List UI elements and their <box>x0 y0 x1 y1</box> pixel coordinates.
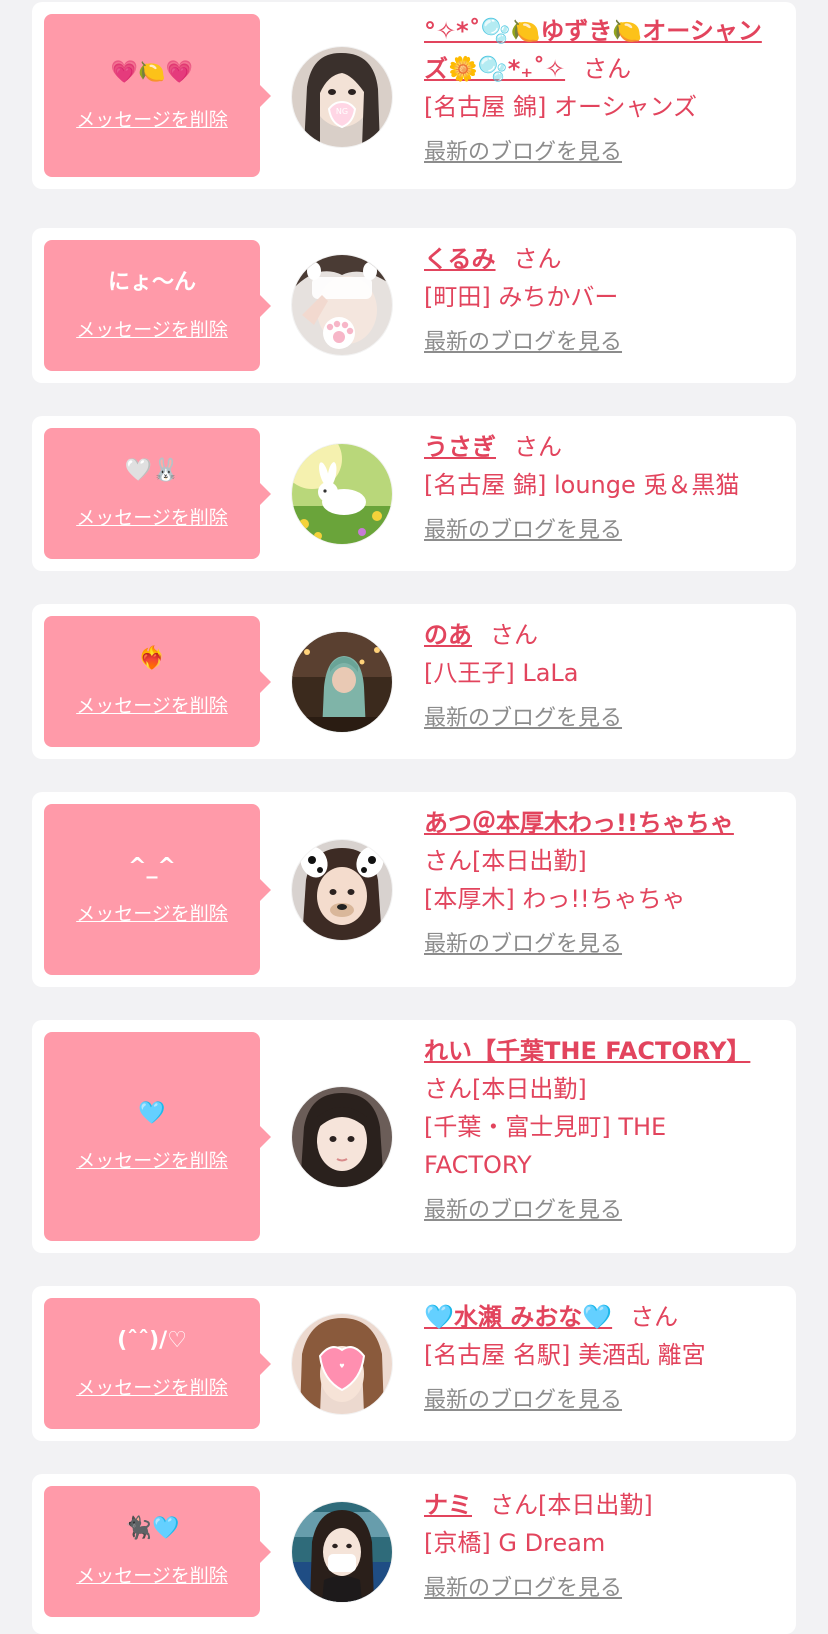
avatar-photo: NG <box>292 47 392 147</box>
message-card: 🐈‍⬛🩵 メッセージを削除 ナミ さん[本日出勤] [京橋] G Dream 最新… <box>32 1474 796 1634</box>
cast-info: あつ＠本厚木わっ!!ちゃちゃ さん[本日出勤] [本厚木] わっ!!ちゃちゃ 最新… <box>424 804 776 960</box>
cast-name-line: 🩵水瀬 みおな🩵 さん <box>424 1298 776 1336</box>
cast-info: °✧*˚🫧🍋ゆずき🍋オーシャンズ🌼🫧*₊˚✧ さん [名古屋 錦] オーシャンズ … <box>424 12 776 168</box>
latest-blog-link[interactable]: 最新のブログを見る <box>424 328 622 358</box>
latest-blog-link[interactable]: 最新のブログを見る <box>424 516 622 546</box>
avatar[interactable]: ♥ <box>292 1314 392 1414</box>
delete-message-link[interactable]: メッセージを削除 <box>76 315 228 342</box>
message-text: 🐈‍⬛🩵 <box>124 1516 180 1541</box>
message-bubble: にょ〜ん メッセージを削除 <box>44 240 271 371</box>
cast-name-link[interactable]: のあ <box>424 621 472 649</box>
svg-text:♥: ♥ <box>339 1363 344 1370</box>
message-card: ❤️‍🔥 メッセージを削除 のあ さん [八王子] LaLa 最新のブログを見る <box>32 604 796 759</box>
avatar[interactable] <box>292 840 392 940</box>
cast-name-line: °✧*˚🫧🍋ゆずき🍋オーシャンズ🌼🫧*₊˚✧ さん <box>424 12 776 88</box>
message-text: 💗🍋💗 <box>110 60 194 85</box>
message-bubble: ❤️‍🔥 メッセージを削除 <box>44 616 271 747</box>
honorific: さん[本日出勤] <box>424 1075 587 1103</box>
avatar-photo <box>292 444 392 544</box>
avatar[interactable] <box>292 1502 392 1602</box>
message-text: 🩵 <box>138 1101 166 1126</box>
cast-name-line: のあ さん <box>424 616 776 654</box>
cast-name-line: れい【千葉THE FACTORY】 さん[本日出勤] <box>424 1032 776 1108</box>
shop-name: [八王子] LaLa <box>424 659 579 687</box>
avatar-photo <box>292 1502 392 1602</box>
avatar[interactable] <box>292 444 392 544</box>
message-list: 💗🍋💗 メッセージを削除 NG °✧*˚🫧🍋ゆずき🍋オーシャンズ🌼🫧*₊˚✧ さん… <box>0 0 828 1634</box>
shop-name: [京橋] G Dream <box>424 1529 606 1557</box>
delete-message-link[interactable]: メッセージを削除 <box>76 1561 228 1588</box>
cast-name-line: ナミ さん[本日出勤] <box>424 1486 776 1524</box>
message-card: 🩵 メッセージを削除 れい【千葉THE FACTORY】 さん[本日出勤] [千葉… <box>32 1020 796 1253</box>
message-text: 🤍🐰 <box>124 458 180 483</box>
cast-name-link[interactable]: ナミ <box>424 1491 472 1519</box>
cast-name-link[interactable]: あつ＠本厚木わっ!!ちゃちゃ <box>424 809 734 837</box>
cast-info: うさぎ さん [名古屋 錦] lounge 兎＆黒猫 最新のブログを見る <box>424 428 776 546</box>
shop-name: [名古屋 名駅] 美酒乱 離宮 <box>424 1341 706 1369</box>
honorific: さん <box>583 55 632 83</box>
honorific: さん <box>490 621 538 649</box>
message-bubble: 🐈‍⬛🩵 メッセージを削除 <box>44 1486 271 1617</box>
honorific: さん[本日出勤] <box>424 847 587 875</box>
delete-message-link[interactable]: メッセージを削除 <box>76 1373 228 1400</box>
shop-name: [町田] みちかバー <box>424 283 619 311</box>
avatar-photo <box>292 1087 392 1187</box>
message-bubble: ^_^ メッセージを削除 <box>44 804 271 975</box>
avatar[interactable]: NG <box>292 47 392 147</box>
cast-info: のあ さん [八王子] LaLa 最新のブログを見る <box>424 616 776 734</box>
latest-blog-link[interactable]: 最新のブログを見る <box>424 1386 622 1416</box>
honorific: さん <box>630 1303 679 1331</box>
avatar[interactable] <box>292 632 392 732</box>
shop-name: [千葉・富士見町] THE FACTORY <box>424 1113 667 1179</box>
message-bubble: 🩵 メッセージを削除 <box>44 1032 271 1241</box>
latest-blog-link[interactable]: 最新のブログを見る <box>424 138 622 168</box>
honorific: さん <box>513 245 562 273</box>
message-card: にょ〜ん メッセージを削除 くるみ さん [町田] みちかバー 最新のブログを見… <box>32 228 796 383</box>
message-card: (ˆˆ)/♡ メッセージを削除 ♥ 🩵水瀬 みおな🩵 さん [名古屋 名駅] 美酒… <box>32 1286 796 1441</box>
message-bubble: 🤍🐰 メッセージを削除 <box>44 428 271 559</box>
cast-info: ナミ さん[本日出勤] [京橋] G Dream 最新のブログを見る <box>424 1486 776 1604</box>
avatar-photo <box>292 840 392 940</box>
delete-message-link[interactable]: メッセージを削除 <box>76 503 228 530</box>
message-card: 💗🍋💗 メッセージを削除 NG °✧*˚🫧🍋ゆずき🍋オーシャンズ🌼🫧*₊˚✧ さん… <box>32 2 796 189</box>
latest-blog-link[interactable]: 最新のブログを見る <box>424 1196 622 1226</box>
cast-name-line: うさぎ さん <box>424 428 776 466</box>
cast-name-link[interactable]: れい【千葉THE FACTORY】 <box>424 1037 750 1065</box>
avatar-photo <box>292 632 392 732</box>
cast-info: れい【千葉THE FACTORY】 さん[本日出勤] [千葉・富士見町] THE … <box>424 1032 776 1226</box>
latest-blog-link[interactable]: 最新のブログを見る <box>424 704 622 734</box>
message-text: (ˆˆ)/♡ <box>117 1328 187 1353</box>
delete-message-link[interactable]: メッセージを削除 <box>76 691 228 718</box>
delete-message-link[interactable]: メッセージを削除 <box>76 105 228 132</box>
cast-name-link[interactable]: 🩵水瀬 みおな🩵 <box>424 1303 612 1331</box>
message-bubble: 💗🍋💗 メッセージを削除 <box>44 14 271 177</box>
honorific: さん[本日出勤] <box>490 1491 653 1519</box>
avatar-photo: ♥ <box>292 1314 392 1414</box>
honorific: さん <box>514 433 562 461</box>
latest-blog-link[interactable]: 最新のブログを見る <box>424 1574 622 1604</box>
message-text: ^_^ <box>128 854 176 879</box>
message-card: ^_^ メッセージを削除 あつ＠本厚木わっ!!ちゃちゃさん[本日出勤] [本厚木… <box>32 792 796 987</box>
latest-blog-link[interactable]: 最新のブログを見る <box>424 930 622 960</box>
shop-name: [名古屋 錦] lounge 兎＆黒猫 <box>424 471 740 499</box>
delete-message-link[interactable]: メッセージを削除 <box>76 899 228 926</box>
cast-name-line: あつ＠本厚木わっ!!ちゃちゃ さん[本日出勤] <box>424 804 776 880</box>
message-text: ❤️‍🔥 <box>138 646 166 671</box>
delete-message-link[interactable]: メッセージを削除 <box>76 1146 228 1173</box>
cast-info: くるみ さん [町田] みちかバー 最新のブログを見る <box>424 240 776 358</box>
avatar[interactable] <box>292 255 392 355</box>
message-text: にょ〜ん <box>107 270 196 295</box>
message-bubble: (ˆˆ)/♡ メッセージを削除 <box>44 1298 271 1429</box>
avatar-photo <box>292 255 392 355</box>
shop-name: [本厚木] わっ!!ちゃちゃ <box>424 885 686 913</box>
shop-name: [名古屋 錦] オーシャンズ <box>424 93 698 121</box>
message-card: 🤍🐰 メッセージを削除 うさぎ さん [名古屋 錦] lounge 兎＆黒猫 最… <box>32 416 796 571</box>
avatar[interactable] <box>292 1087 392 1187</box>
cast-name-link[interactable]: うさぎ <box>424 433 496 461</box>
cast-name-link[interactable]: くるみ <box>424 245 496 273</box>
cast-name-line: くるみ さん <box>424 240 776 278</box>
cast-info: 🩵水瀬 みおな🩵 さん [名古屋 名駅] 美酒乱 離宮 最新のブログを見る <box>424 1298 776 1416</box>
svg-text:NG: NG <box>336 107 348 116</box>
